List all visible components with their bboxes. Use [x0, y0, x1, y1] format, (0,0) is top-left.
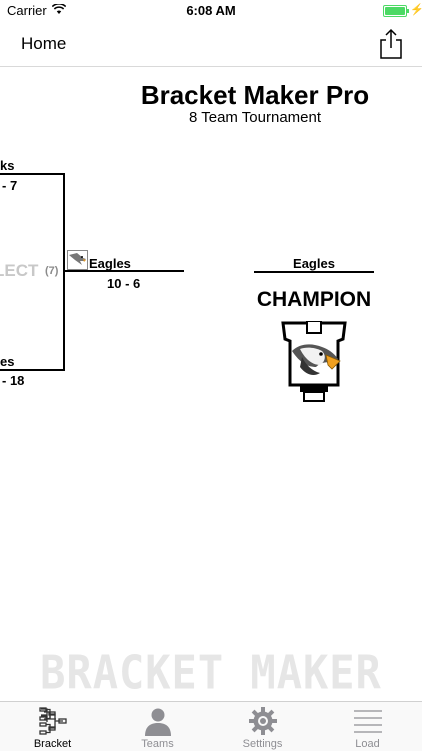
tab-label-teams: Teams: [141, 738, 174, 750]
trophy-icon: [281, 321, 347, 402]
person-icon: [145, 708, 171, 736]
eagle-logo-icon: [67, 250, 88, 270]
bracket-bottom-line: [0, 369, 65, 371]
left-top-team[interactable]: ks: [0, 158, 14, 173]
tab-teams[interactable]: Teams: [105, 702, 210, 751]
nav-title: Home: [21, 34, 67, 53]
bracket-icon: [39, 707, 67, 735]
tab-load[interactable]: Load: [315, 702, 420, 751]
tab-label-load: Load: [355, 738, 380, 750]
battery-icon: [383, 5, 409, 17]
winner-score: 10 - 6: [107, 276, 141, 291]
champion-team: Eagles: [293, 256, 335, 271]
champion-line: [254, 271, 374, 273]
select-team-placeholder[interactable]: LECT: [0, 261, 38, 281]
list-icon: [354, 710, 382, 733]
left-top-score: - 7: [2, 178, 18, 193]
bracket-vertical-line: [63, 173, 65, 371]
left-bottom-team[interactable]: es: [0, 354, 14, 369]
bracket-top-line: [0, 173, 65, 175]
tab-label-settings: Settings: [242, 738, 283, 750]
gear-icon: [249, 707, 277, 735]
charging-icon: ⚡: [410, 4, 422, 16]
left-bottom-score: - 18: [2, 373, 25, 388]
tab-bar: Bracket Teams Settings Load: [0, 701, 422, 751]
champion-label: CHAMPION: [256, 288, 372, 311]
tab-bracket[interactable]: Bracket: [0, 702, 105, 751]
winner-team[interactable]: Eagles: [89, 256, 131, 271]
status-bar: Carrier 6:08 AM ⚡: [0, 0, 422, 22]
page-title: Bracket Maker Pro: [140, 80, 370, 110]
seed-label: (7): [45, 265, 59, 277]
clock: 6:08 AM: [186, 3, 236, 18]
watermark-text: BRACKET MAKER: [40, 645, 382, 700]
tab-settings[interactable]: Settings: [210, 702, 315, 751]
share-icon[interactable]: [378, 28, 404, 60]
tab-label-bracket: Bracket: [33, 738, 72, 750]
navigation-bar: Home: [0, 22, 422, 67]
page-subtitle: 8 Team Tournament: [188, 109, 322, 126]
